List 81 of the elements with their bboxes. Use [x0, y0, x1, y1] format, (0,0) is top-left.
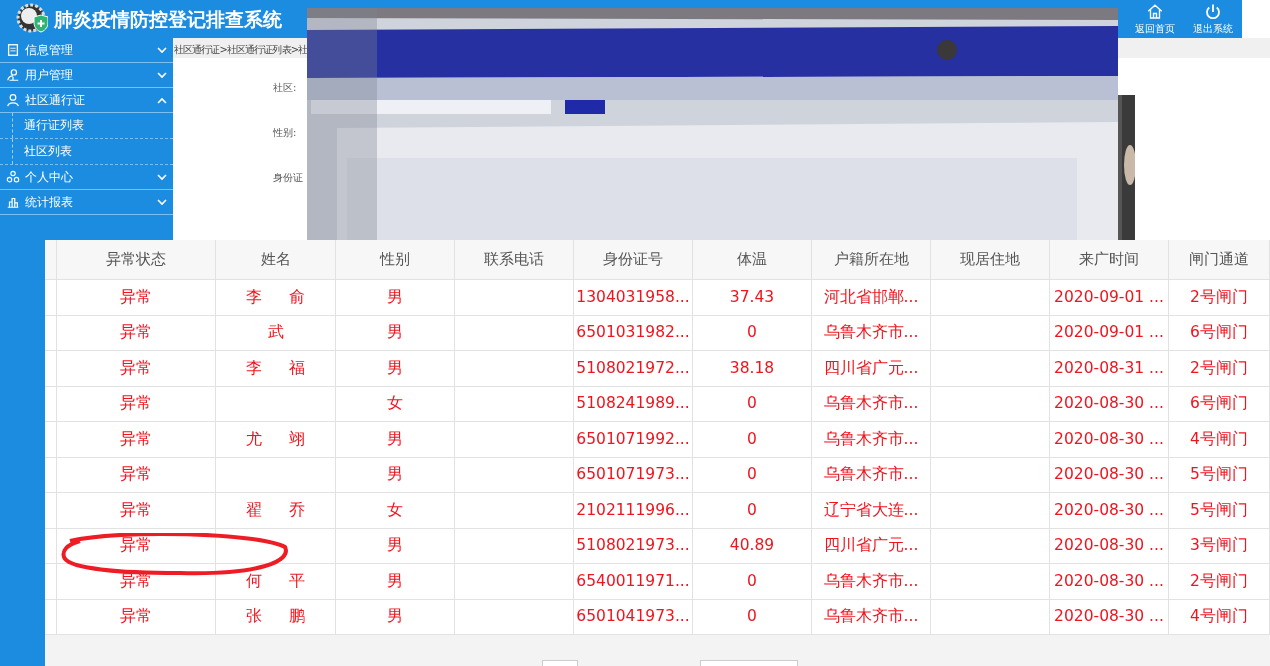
document-icon: [6, 43, 20, 57]
table-cell: 异常: [57, 280, 216, 316]
table-cell: 2号闸门: [1169, 280, 1270, 316]
column-header: 闸门通道: [1169, 240, 1270, 280]
table-cell: 0: [693, 493, 812, 529]
table-cell: 李 福: [216, 351, 336, 387]
column-header: 性别: [336, 240, 455, 280]
table-cell: 异常: [57, 351, 216, 387]
table-cell: 何 平: [216, 564, 336, 600]
table-cell: 女: [336, 493, 455, 529]
table-cell: 乌鲁木齐市...: [812, 564, 931, 600]
table-cell: 张 鹏: [216, 599, 336, 635]
chevron-down-icon: [157, 198, 167, 206]
table-cell: 男: [336, 280, 455, 316]
table-cell: 异常: [57, 493, 216, 529]
table-cell: 5号闸门: [1169, 493, 1270, 529]
table-cell: 男: [336, 422, 455, 458]
pager-button[interactable]: [542, 660, 578, 666]
users-icon: [6, 68, 20, 82]
chevron-down-icon: [157, 46, 167, 54]
power-icon: [1204, 2, 1222, 21]
table-cell: 2020-08-31 ...: [1050, 351, 1169, 387]
table-cell: 异常: [57, 564, 216, 600]
table-cell: 4号闸门: [1169, 422, 1270, 458]
table-cell: 2号闸门: [1169, 564, 1270, 600]
table-cell: 男: [336, 564, 455, 600]
table-cell: 乌鲁木齐市...: [812, 599, 931, 635]
column-header: 现居住地: [931, 240, 1050, 280]
home-icon: [1146, 2, 1164, 21]
table-cell: 异常: [57, 599, 216, 635]
column-header: 联系电话: [455, 240, 574, 280]
app-title: 肺炎疫情防控登记排查系统: [54, 6, 282, 32]
table-cell: 37.43: [693, 280, 812, 316]
table-cell: 翟 乔: [216, 493, 336, 529]
column-header: 身份证号: [574, 240, 693, 280]
sidebar-subitem[interactable]: 通行证列表: [0, 113, 173, 139]
table-cell: 0: [693, 599, 812, 635]
table-cell: 2020-09-01 ...: [1050, 280, 1169, 316]
chevron-up-icon: [157, 96, 167, 104]
table-cell: 4号闸门: [1169, 599, 1270, 635]
table-cell: 2号闸门: [1169, 351, 1270, 387]
table-cell: 1304031958...: [574, 280, 693, 316]
column-header: 姓名: [216, 240, 336, 280]
table-cell: 男: [336, 599, 455, 635]
table-cell: 2020-08-30 ...: [1050, 599, 1169, 635]
table-cell: 0: [693, 564, 812, 600]
column-header: 户籍所在地: [812, 240, 931, 280]
table-cell: 异常: [57, 422, 216, 458]
chevron-down-icon: [157, 71, 167, 79]
table-cell: 38.18: [693, 351, 812, 387]
table-cell: 6540011971...: [574, 564, 693, 600]
form-label: 性别:: [273, 127, 297, 138]
table-cell: 李 俞: [216, 280, 336, 316]
table-cell: 男: [336, 351, 455, 387]
person-icon: [6, 93, 20, 107]
table-cell: 2020-08-30 ...: [1050, 493, 1169, 529]
page-field[interactable]: [700, 660, 798, 666]
table-cell: 2020-08-30 ...: [1050, 422, 1169, 458]
table-cell: 2020-08-30 ...: [1050, 564, 1169, 600]
table-cell: 0: [693, 422, 812, 458]
column-header: 来广时间: [1050, 240, 1169, 280]
table-cell: 四川省广元...: [812, 351, 931, 387]
logo-icon: [16, 3, 48, 35]
table-cell: 6501071992...: [574, 422, 693, 458]
table-cell: 2102111996...: [574, 493, 693, 529]
table-cell: 辽宁省大连...: [812, 493, 931, 529]
table-cell: 6501041973...: [574, 599, 693, 635]
table-cell: 乌鲁木齐市...: [812, 422, 931, 458]
home-button[interactable]: 返回首页: [1126, 2, 1184, 36]
logout-button[interactable]: 退出系统: [1184, 2, 1242, 36]
column-header: 异常状态: [57, 240, 216, 280]
sidebar-subitem[interactable]: 社区列表: [0, 139, 173, 165]
group-icon: [6, 170, 20, 184]
chart-icon: [6, 195, 20, 209]
form-label: 社区:: [273, 82, 297, 93]
chevron-down-icon: [157, 173, 167, 181]
form-label: 身份证: [273, 172, 303, 183]
table-cell: 河北省邯郸...: [812, 280, 931, 316]
column-header: 体温: [693, 240, 812, 280]
table-cell: 尤 翊: [216, 422, 336, 458]
table-cell: 5108021972...: [574, 351, 693, 387]
